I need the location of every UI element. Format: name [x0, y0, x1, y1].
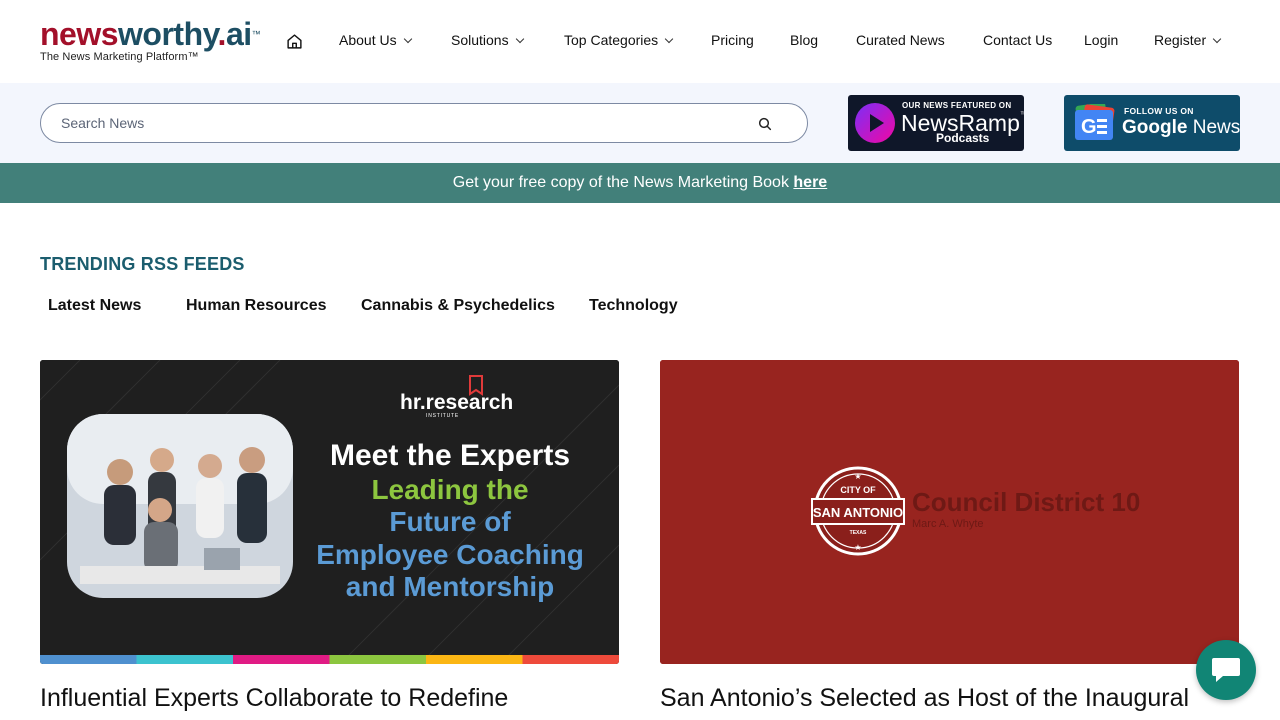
nav-register[interactable]: Register	[1154, 32, 1222, 48]
logo-tagline: The News Marketing Platform™	[40, 51, 199, 63]
nav-label: About Us	[339, 32, 397, 48]
article-title-1[interactable]: Influential Experts Collaborate to Redef…	[40, 684, 508, 713]
nav-label: Solutions	[451, 32, 509, 48]
site-header: newsworthy.ai™ The News Marketing Platfo…	[0, 0, 1280, 83]
chevron-down-icon	[1212, 34, 1222, 43]
trending-title: TRENDING RSS FEEDS	[40, 254, 245, 274]
nav-label: Top Categories	[564, 32, 659, 48]
tab-technology[interactable]: Technology	[589, 297, 678, 315]
nav-blog[interactable]: Blog	[790, 32, 818, 48]
play-icon	[855, 103, 895, 143]
svg-text:★: ★	[854, 543, 861, 552]
svg-text:Future of: Future of	[389, 506, 511, 537]
color-stripe	[522, 655, 619, 664]
svg-text:and Mentorship: and Mentorship	[346, 571, 554, 602]
color-stripe	[40, 655, 137, 664]
newsramp-podcasts-label: Podcasts	[936, 131, 990, 145]
google-news-badge[interactable]: G FOLLOW US ON Google News	[1064, 95, 1240, 151]
council-district-graphic: CITY OF SAN ANTONIO TEXAS ★ ★ Council Di…	[660, 360, 1239, 664]
svg-text:Employee Coaching: Employee Coaching	[316, 539, 584, 570]
chevron-down-icon	[664, 34, 674, 43]
tab-human-resources[interactable]: Human Resources	[186, 297, 327, 315]
nav-login[interactable]: Login	[1084, 32, 1118, 48]
nav-label: Contact Us	[983, 32, 1053, 48]
google-news-icon: G	[1075, 104, 1115, 140]
search-input[interactable]	[61, 104, 741, 142]
svg-text:hr.research: hr.research	[400, 391, 513, 414]
svg-text:TEXAS: TEXAS	[850, 530, 867, 536]
svg-text:Meet the Experts: Meet the Experts	[330, 439, 570, 472]
svg-text:CITY OF: CITY OF	[840, 485, 876, 495]
chat-bubble-icon	[1212, 658, 1240, 682]
nav-label: Blog	[790, 32, 819, 48]
nav-label: Register	[1154, 32, 1207, 48]
city-seal: CITY OF SAN ANTONIO TEXAS ★ ★	[811, 466, 905, 556]
svg-text:Leading the: Leading the	[371, 474, 528, 505]
color-stripe-bar	[40, 655, 619, 664]
nav-label: Login	[1084, 32, 1119, 48]
color-stripe	[426, 655, 523, 664]
search-band: OUR NEWS FEATURED ON NewsRamp™ Podcasts …	[0, 83, 1280, 163]
hr-research-graphic: hr.research INSTITUTE Meet the Experts L…	[40, 360, 619, 664]
nav-solutions[interactable]: Solutions	[451, 32, 524, 48]
logo-wordmark: newsworthy.ai™	[40, 16, 261, 52]
chevron-down-icon	[403, 34, 412, 43]
tab-cannabis-psychedelics[interactable]: Cannabis & Psychedelics	[361, 297, 555, 315]
article-title-2[interactable]: San Antonio’s Selected as Host of the In…	[660, 684, 1189, 713]
newsramp-podcasts-badge[interactable]: OUR NEWS FEATURED ON NewsRamp™ Podcasts	[848, 95, 1024, 151]
nav-contact-us[interactable]: Contact Us	[983, 32, 1052, 48]
nav-about-us[interactable]: About Us	[339, 32, 412, 48]
color-stripe	[329, 655, 427, 664]
nav-curated-news[interactable]: Curated News	[856, 32, 945, 48]
svg-text:★: ★	[854, 472, 861, 481]
google-news-line1: FOLLOW US ON	[1124, 106, 1194, 116]
newsworthy-logo[interactable]: newsworthy.ai™ The News Marketing Platfo…	[40, 18, 272, 66]
svg-text:Marc A. Whyte: Marc A. Whyte	[912, 518, 984, 530]
newsramp-line1: OUR NEWS FEATURED ON	[902, 101, 1012, 110]
article-image-2[interactable]: CITY OF SAN ANTONIO TEXAS ★ ★ Council Di…	[660, 360, 1239, 664]
color-stripe	[136, 655, 234, 664]
svg-text:SAN ANTONIO: SAN ANTONIO	[813, 505, 903, 520]
promo-link[interactable]: here	[793, 174, 827, 191]
tab-latest-news[interactable]: Latest News	[48, 297, 141, 315]
svg-text:G: G	[1081, 116, 1097, 138]
article-image-1[interactable]: hr.research INSTITUTE Meet the Experts L…	[40, 360, 619, 664]
google-news-brand: Google News	[1122, 117, 1240, 138]
nav-top-categories[interactable]: Top Categories	[564, 32, 674, 48]
promo-text: Get your free copy of the News Marketing…	[452, 174, 794, 191]
nav-label: Curated News	[856, 32, 945, 48]
nav-pricing[interactable]: Pricing	[711, 32, 754, 48]
color-stripe	[233, 655, 330, 664]
chevron-down-icon	[515, 34, 524, 43]
search-icon[interactable]	[757, 116, 773, 132]
chat-button[interactable]	[1196, 640, 1256, 700]
home-icon[interactable]	[286, 33, 303, 50]
svg-text:INSTITUTE: INSTITUTE	[426, 413, 459, 419]
svg-text:Council District 10: Council District 10	[912, 487, 1140, 517]
nav-label: Pricing	[711, 32, 754, 48]
promo-banner: Get your free copy of the News Marketing…	[0, 163, 1280, 203]
search-box	[40, 103, 808, 143]
